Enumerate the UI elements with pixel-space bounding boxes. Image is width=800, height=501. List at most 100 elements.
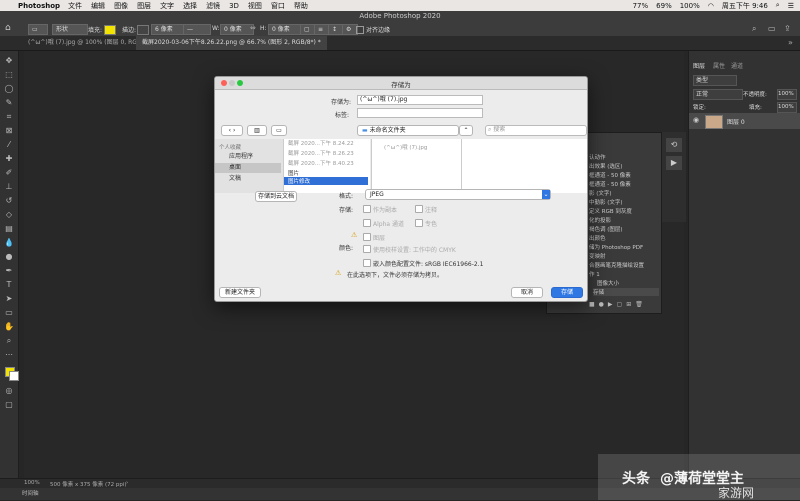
action-item[interactable]: 出颜色 (589, 234, 606, 242)
marquee-tool-icon[interactable]: ⬚ (3, 69, 15, 81)
menu-edit[interactable]: 编辑 (91, 1, 105, 11)
pen-tool-icon[interactable]: ✒ (3, 265, 15, 277)
notes-checkbox[interactable] (415, 205, 423, 213)
alpha-checkbox[interactable] (363, 219, 371, 227)
sidebar-item-desktop[interactable]: 桌面 (215, 163, 281, 173)
action-item[interactable]: 化的投影 (589, 216, 611, 224)
dodge-tool-icon[interactable]: ● (3, 251, 15, 263)
eyedropper-tool-icon[interactable]: ⁄ (3, 139, 15, 151)
sidebar-item-applications[interactable]: 应用程序 (215, 152, 281, 162)
blend-mode-select[interactable]: 正常 (693, 89, 743, 100)
background-color-swatch[interactable] (9, 371, 19, 381)
type-tool-icon[interactable]: T (3, 279, 15, 291)
height-field[interactable]: 0 像素 (268, 24, 302, 35)
tab-document-2[interactable]: 截屏2020-03-06下午8.26.22.png @ 66.7% (图形 2,… (136, 36, 327, 50)
tool-preset-picker[interactable]: ▭ (28, 24, 48, 35)
as-copy-checkbox[interactable] (363, 205, 371, 213)
search-icon[interactable]: ⌕ (776, 1, 780, 10)
action-item[interactable]: 作 1 (589, 270, 600, 278)
spot-checkbox[interactable] (415, 219, 423, 227)
layer-name[interactable]: 图层 0 (727, 117, 745, 126)
stroke-type-select[interactable]: — (183, 24, 211, 35)
action-item[interactable]: 定义 RGB 到灰度 (589, 207, 632, 215)
search-field[interactable]: ⌕ 搜索 (485, 125, 587, 136)
tags-input[interactable] (357, 108, 483, 118)
fill-field[interactable]: 100% (777, 102, 797, 113)
new-folder-button[interactable]: 新建文件夹 (219, 287, 261, 298)
rectangle-tool-icon[interactable]: ▭ (3, 307, 15, 319)
hand-tool-icon[interactable]: ✋ (3, 321, 15, 333)
action-item[interactable]: 合器画笔克隆描绘设置 (589, 261, 644, 269)
healing-tool-icon[interactable]: ✚ (3, 153, 15, 165)
format-select[interactable]: JPEG ⌄ (365, 189, 551, 200)
menu-select[interactable]: 选择 (183, 1, 197, 11)
filename-input[interactable]: (^ω^)哦 (7).jpg (357, 95, 483, 105)
back-forward-buttons[interactable]: ‹ › (221, 125, 243, 136)
stroke-swatch[interactable] (137, 25, 149, 35)
layers-checkbox[interactable] (363, 233, 371, 241)
menu-3d[interactable]: 3D (229, 2, 239, 10)
menu-type[interactable]: 文字 (160, 1, 174, 11)
tab-layers[interactable]: 图层 (693, 61, 705, 70)
control-center-icon[interactable]: ☰ (788, 2, 794, 10)
menu-window[interactable]: 窗口 (271, 1, 285, 11)
action-item[interactable]: 中勤影 (文字) (589, 198, 623, 206)
menu-image[interactable]: 图像 (114, 1, 128, 11)
status-mem[interactable]: 69% (656, 2, 672, 10)
action-item[interactable]: 框通道 - 50 像素 (589, 180, 631, 188)
stroke-size-field[interactable]: 6 像素 (151, 24, 185, 35)
history-brush-icon[interactable]: ↺ (3, 195, 15, 207)
width-field[interactable]: 0 像素 (220, 24, 254, 35)
status-cpu[interactable]: 77% (633, 2, 649, 10)
link-icon[interactable]: ⇔ (250, 24, 256, 32)
visibility-eye-icon[interactable]: ◉ (693, 116, 699, 124)
move-tool-icon[interactable]: ✥ (3, 55, 15, 67)
proof-checkbox[interactable] (363, 245, 371, 253)
brush-tool-icon[interactable]: ✐ (3, 167, 15, 179)
cancel-button[interactable]: 取消 (511, 287, 543, 298)
save-to-cloud-button[interactable]: 存储到云文档 (255, 191, 297, 202)
workspace-icon[interactable]: ▭ (768, 24, 776, 33)
zoom-level[interactable]: 100% (24, 480, 40, 486)
menu-help[interactable]: 帮助 (294, 1, 308, 11)
zoom-tool-icon[interactable]: ⌕ (3, 335, 15, 347)
file-item[interactable]: 截屏 2020...下午 8.24.22 (288, 139, 354, 147)
action-item[interactable]: 变映射 (589, 252, 606, 260)
document-info[interactable]: 500 像素 x 375 像素 (72 ppi) (50, 480, 127, 488)
datetime[interactable]: 周五下午 9:46 (722, 1, 768, 11)
battery-status[interactable]: 100% (680, 2, 700, 10)
share-icon[interactable]: ⇪ (784, 24, 791, 33)
sidebar-item-documents[interactable]: 文稿 (215, 174, 281, 184)
blur-tool-icon[interactable]: 💧 (3, 237, 15, 249)
save-button[interactable]: 存储 (551, 287, 583, 298)
home-icon[interactable]: ⌂ (5, 23, 15, 33)
tabs-overflow-icon[interactable]: » (788, 38, 793, 47)
menu-filter[interactable]: 滤镜 (206, 1, 220, 11)
file-item[interactable]: (^ω^)哦 (7).jpg (384, 143, 427, 151)
action-item[interactable]: 储为 Photoshop PDF (589, 243, 643, 251)
layer-kind-filter[interactable]: 类型 (693, 75, 737, 86)
action-item[interactable]: 褐色调 (图层) (589, 225, 623, 233)
path-select-tool-icon[interactable]: ➤ (3, 293, 15, 305)
stamp-tool-icon[interactable]: ⊥ (3, 181, 15, 193)
eraser-tool-icon[interactable]: ◇ (3, 209, 15, 221)
fill-swatch[interactable] (104, 25, 116, 35)
location-select[interactable]: ▬ 未命名文件夹 (357, 125, 459, 136)
shape-mode-select[interactable]: 形状 (52, 24, 88, 35)
wifi-icon[interactable]: ◠ (708, 2, 714, 10)
actions-panel-icon[interactable]: ▶ (666, 156, 682, 170)
tab-channels[interactable]: 通道 (731, 61, 743, 70)
status-arrow-icon[interactable]: › (126, 480, 128, 486)
embed-profile-checkbox[interactable] (363, 259, 371, 267)
view-mode-icon[interactable]: ▥ (247, 125, 267, 136)
folder-item-selected[interactable]: 图片修改 (284, 177, 368, 185)
file-item[interactable]: 截屏 2020...下午 8.40.23 (288, 159, 354, 167)
new-folder-icon[interactable]: ▭ (271, 125, 287, 136)
gradient-tool-icon[interactable]: ▤ (3, 223, 15, 235)
edit-toolbar-icon[interactable]: ⋯ (3, 349, 15, 361)
crop-tool-icon[interactable]: ⌗ (3, 111, 15, 123)
file-item[interactable]: 截屏 2020...下午 8.26.23 (288, 149, 354, 157)
app-menu[interactable]: Photoshop (18, 2, 60, 10)
quick-select-tool-icon[interactable]: ✎ (3, 97, 15, 109)
menu-view[interactable]: 视图 (248, 1, 262, 11)
